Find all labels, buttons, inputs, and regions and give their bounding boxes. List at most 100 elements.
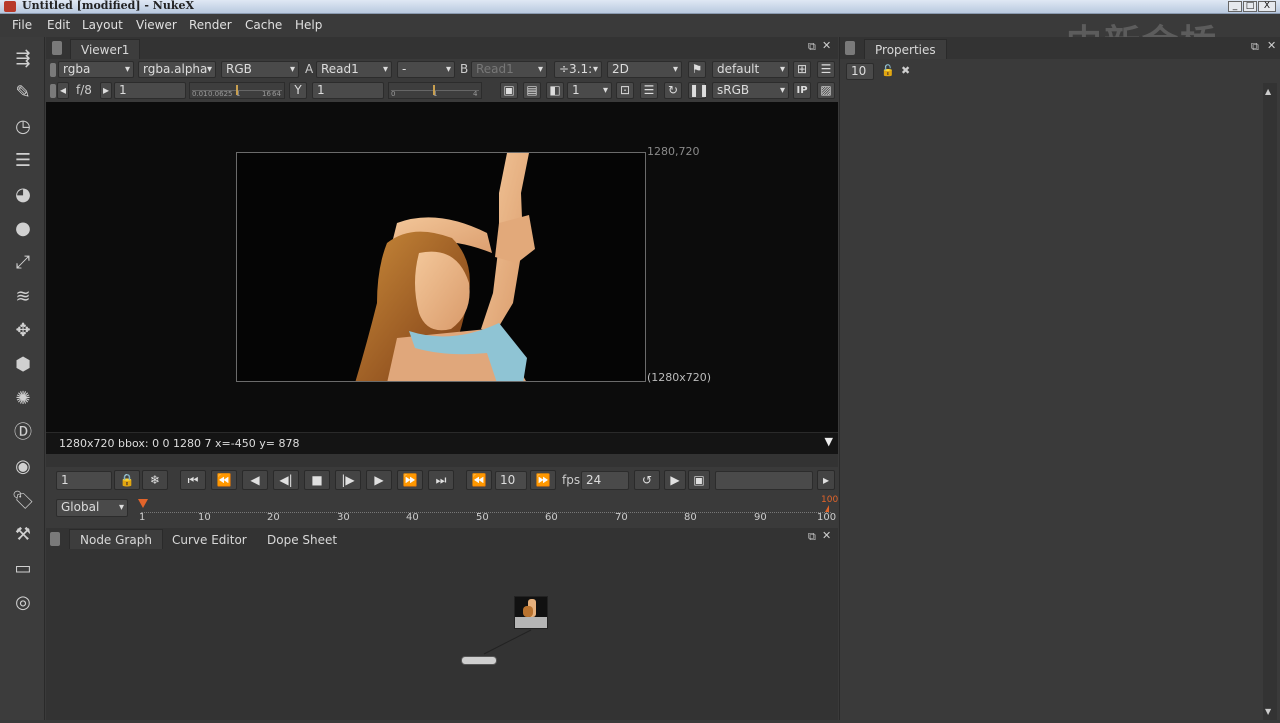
loop-mode-icon[interactable]: ↺ xyxy=(634,470,660,490)
scroll-down-icon[interactable]: ▼ xyxy=(1265,707,1271,716)
deep-nodes-icon[interactable]: Ⓓ xyxy=(11,421,35,445)
close-panel-icon[interactable]: ✕ xyxy=(1267,39,1276,52)
float-panel-icon[interactable]: ⧉ xyxy=(808,530,816,544)
tab-properties[interactable]: Properties xyxy=(864,39,947,59)
max-panels-input[interactable]: 10 xyxy=(846,63,874,80)
alpha-channel-dropdown[interactable]: rgba.alpha xyxy=(138,61,216,78)
input-a-dropdown[interactable]: Read1 xyxy=(316,61,392,78)
toolsets-icon[interactable]: ▭ xyxy=(11,557,35,581)
tab-node-graph[interactable]: Node Graph xyxy=(69,529,163,549)
maximize-button[interactable]: □ xyxy=(1243,1,1257,12)
gain-input[interactable]: 1 xyxy=(114,82,186,99)
range-scope-dropdown[interactable]: Global xyxy=(56,499,128,517)
next-frame-icon[interactable]: ▶ xyxy=(366,470,392,490)
minimize-button[interactable]: _ xyxy=(1228,1,1242,12)
channels-dropdown[interactable]: rgba xyxy=(58,61,134,78)
gamma-slider[interactable]: 0 1 4 xyxy=(388,82,482,99)
fps-input[interactable]: 24 xyxy=(581,471,629,490)
wipe-icon[interactable]: ◧ xyxy=(546,82,564,99)
close-panel-icon[interactable]: ✕ xyxy=(822,39,831,52)
compare-mode-dropdown[interactable]: - xyxy=(397,61,455,78)
3d-nodes-icon[interactable]: ⬢ xyxy=(11,353,35,377)
other-nodes-icon[interactable]: ⚒ xyxy=(11,523,35,547)
viewer-viewport[interactable]: 1280,720 (1280x720) xyxy=(46,102,838,432)
lut-dropdown[interactable]: default xyxy=(712,61,789,78)
camera-icon[interactable]: ⚑ xyxy=(688,61,706,78)
flipbook-icon[interactable]: ▶ xyxy=(664,470,686,490)
refresh-icon[interactable]: ↻ xyxy=(664,82,682,99)
play-forward-icon[interactable]: |▶ xyxy=(335,470,361,490)
overlay-icon[interactable]: ☰ xyxy=(640,82,658,99)
fstop-decrease-icon[interactable]: ◂ xyxy=(57,82,69,99)
menu-file[interactable]: File xyxy=(12,18,32,32)
frame-increment-input[interactable]: 10 xyxy=(495,471,527,490)
play-backward-icon[interactable]: ◀| xyxy=(273,470,299,490)
frame-ruler[interactable]: 1 10 20 30 40 50 60 70 80 90 100 100 xyxy=(138,495,838,523)
filter-nodes-icon[interactable]: ● xyxy=(11,217,35,241)
proxy-dropdown[interactable]: 1 xyxy=(567,82,612,99)
particles-nodes-icon[interactable]: ✺ xyxy=(11,387,35,411)
close-button[interactable]: X xyxy=(1258,1,1276,12)
fstop-increase-icon[interactable]: ▸ xyxy=(100,82,112,99)
panel-menu-grip[interactable] xyxy=(52,41,62,55)
next-keyframe-icon[interactable]: ⏩ xyxy=(397,470,423,490)
scroll-up-icon[interactable]: ▲ xyxy=(1265,87,1271,96)
clipping-warning-icon[interactable]: ▨ xyxy=(817,82,835,99)
input-process-button[interactable]: IP xyxy=(793,82,811,99)
previous-keyframe-icon[interactable]: ⏪ xyxy=(211,470,237,490)
color-nodes-icon[interactable]: ◕ xyxy=(11,183,35,207)
transform-nodes-icon[interactable]: ✥ xyxy=(11,319,35,343)
stop-icon[interactable]: ■ xyxy=(304,470,330,490)
menu-cache[interactable]: Cache xyxy=(245,18,282,32)
first-frame-icon[interactable]: ⏮ xyxy=(180,470,206,490)
merge-nodes-icon[interactable]: ≋ xyxy=(11,285,35,309)
metadata-nodes-icon[interactable]: 🏷 xyxy=(11,489,35,513)
node-graph-canvas[interactable] xyxy=(46,550,838,720)
read1-node[interactable] xyxy=(514,596,548,629)
pause-icon[interactable]: ❚❚ xyxy=(688,82,709,99)
draw-nodes-icon[interactable]: ✎ xyxy=(11,81,35,105)
properties-scrollbar[interactable]: ▲ ▼ xyxy=(1263,83,1277,720)
menu-help[interactable]: Help xyxy=(295,18,322,32)
colorspace-dropdown[interactable]: sRGB xyxy=(712,82,789,99)
last-frame-icon[interactable]: ⏭ xyxy=(428,470,454,490)
skip-forward-icon[interactable]: ⏩ xyxy=(530,470,556,490)
roi-toggle-icon[interactable]: ⊡ xyxy=(616,82,634,99)
frame-guide-icon[interactable]: ▤ xyxy=(523,82,541,99)
timeline-menu-icon[interactable]: ▸ xyxy=(817,470,835,490)
lock-properties-icon[interactable]: 🔓 xyxy=(881,64,895,77)
current-frame-input[interactable]: 1 xyxy=(56,471,112,490)
channel-nodes-icon[interactable]: ☰ xyxy=(11,149,35,173)
gamma-knob[interactable] xyxy=(433,85,435,95)
info-expand-icon[interactable]: ▼ xyxy=(825,435,833,448)
gain-knob[interactable] xyxy=(236,85,238,95)
keyer-nodes-icon[interactable]: ⤢ xyxy=(11,251,35,275)
record-icon[interactable]: ▣ xyxy=(688,470,710,490)
playhead-marker[interactable] xyxy=(138,499,148,508)
zoom-dropdown[interactable]: ÷3.1: xyxy=(554,61,602,78)
time-nodes-icon[interactable]: ◷ xyxy=(11,115,35,139)
playback-range-field[interactable] xyxy=(715,471,813,490)
view-mode-dropdown[interactable]: 2D xyxy=(607,61,682,78)
viewer-settings-icon[interactable]: ☰ xyxy=(817,61,835,78)
gamma-label[interactable]: Y xyxy=(289,82,307,99)
viewer1-node[interactable] xyxy=(461,656,497,665)
freeze-icon[interactable]: ❄ xyxy=(142,470,168,490)
input-b-dropdown[interactable]: Read1 xyxy=(471,61,547,78)
furnace-nodes-icon[interactable]: ◎ xyxy=(11,591,35,615)
close-panel-icon[interactable]: ✕ xyxy=(822,529,831,542)
crop-icon[interactable]: ▣ xyxy=(500,82,518,99)
previous-frame-icon[interactable]: ◀ xyxy=(242,470,268,490)
panel-menu-grip[interactable] xyxy=(845,41,855,55)
clear-properties-icon[interactable]: ✖ xyxy=(901,64,910,77)
float-panel-icon[interactable]: ⧉ xyxy=(808,40,816,54)
tab-dope-sheet[interactable]: Dope Sheet xyxy=(257,530,347,550)
fstop-label[interactable]: f/8 xyxy=(76,83,92,97)
lock-range-icon[interactable]: 🔒 xyxy=(114,470,140,490)
menu-edit[interactable]: Edit xyxy=(47,18,70,32)
menu-viewer[interactable]: Viewer xyxy=(136,18,177,32)
menu-render[interactable]: Render xyxy=(189,18,232,32)
roi-icon[interactable]: ⊞ xyxy=(793,61,811,78)
tab-curve-editor[interactable]: Curve Editor xyxy=(162,530,257,550)
image-nodes-icon[interactable]: ⇶ xyxy=(11,47,35,71)
